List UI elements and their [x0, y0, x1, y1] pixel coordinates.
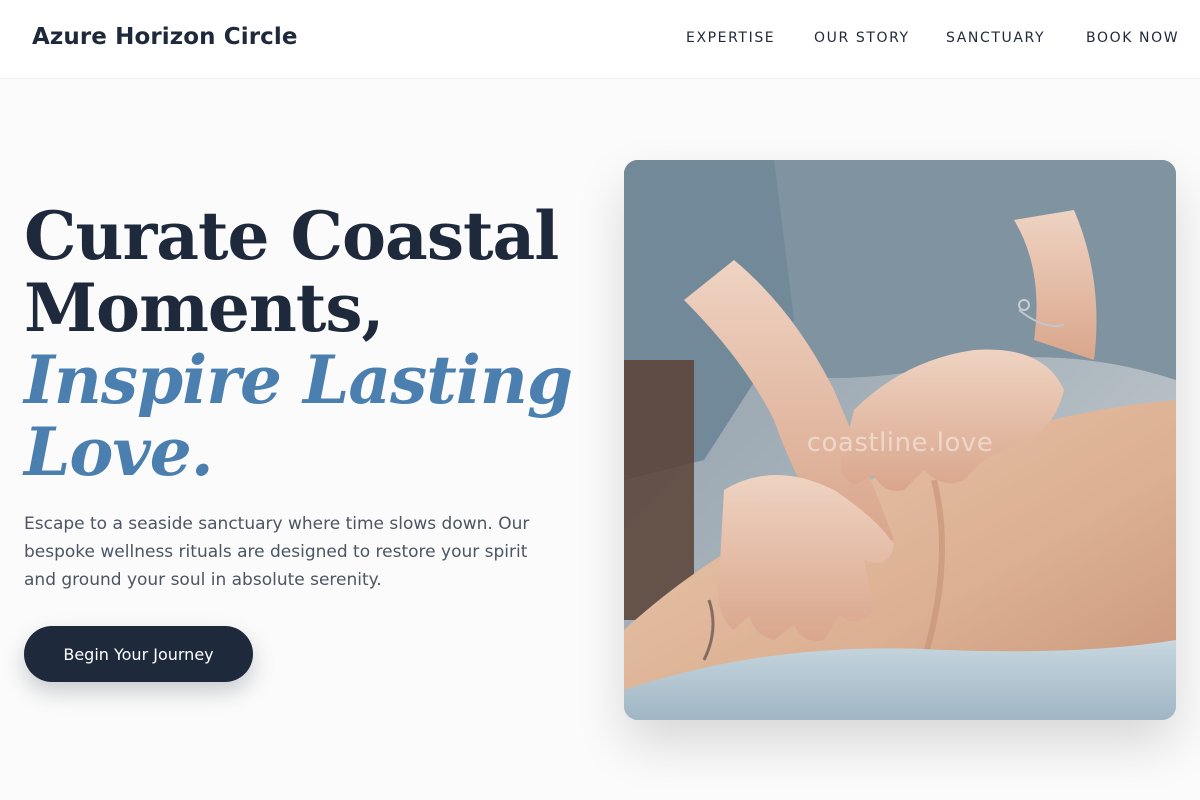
headline-accent-line: Inspire Lasting: [24, 341, 573, 419]
nav-link-expertise[interactable]: EXPERTISE: [686, 30, 775, 46]
hero-lead-text: Escape to a seaside sanctuary where time…: [24, 514, 530, 590]
nav-link-our-story[interactable]: OUR STORY: [814, 30, 910, 46]
hero-massage-image: coastline.love: [624, 160, 1176, 720]
headline-line: Curate Coastal: [24, 197, 559, 275]
hero-headline: Curate Coastal Moments, Inspire Lasting …: [24, 200, 584, 488]
main-nav: EXPERTISE OUR STORY SANCTUARY BOOK NOW: [0, 30, 1200, 50]
begin-journey-button[interactable]: Begin Your Journey: [24, 626, 253, 682]
nav-link-sanctuary[interactable]: SANCTUARY: [946, 30, 1045, 46]
site-header: Azure Horizon Circle EXPERTISE OUR STORY…: [0, 0, 1200, 79]
image-watermark: coastline.love: [806, 428, 994, 458]
nav-link-book-now[interactable]: BOOK NOW: [1086, 30, 1179, 46]
headline-line: Moments,: [24, 269, 385, 347]
headline-accent-line: Love.: [24, 413, 214, 491]
